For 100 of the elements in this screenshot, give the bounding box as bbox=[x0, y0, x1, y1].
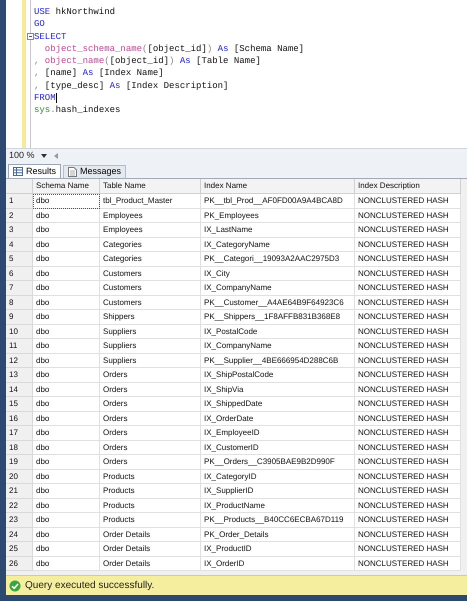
table-cell: PK_Employees bbox=[201, 208, 355, 223]
collapse-icon[interactable] bbox=[27, 32, 34, 40]
table-cell: IX_OrderDate bbox=[201, 412, 355, 426]
table-cell: dbo bbox=[33, 281, 100, 296]
row-number[interactable]: 6 bbox=[6, 266, 33, 281]
row-number[interactable]: 17 bbox=[6, 426, 33, 440]
row-number[interactable]: 1 bbox=[6, 194, 33, 208]
row-number[interactable]: 7 bbox=[6, 281, 33, 296]
column-header[interactable]: Index Name bbox=[201, 179, 355, 194]
row-number[interactable]: 25 bbox=[6, 542, 33, 556]
code-line: , object_name([object_id]) As [Table Name] bbox=[34, 56, 261, 66]
table-cell: IX_LastName bbox=[201, 223, 355, 238]
table-cell: dbo bbox=[33, 484, 100, 498]
row-number[interactable]: 21 bbox=[6, 484, 33, 498]
column-header[interactable]: Table Name bbox=[100, 179, 201, 194]
table-cell: dbo bbox=[33, 382, 100, 397]
column-header[interactable]: Index Description bbox=[355, 179, 461, 194]
results-tab[interactable]: Messages bbox=[63, 165, 126, 178]
table-cell: Categories bbox=[100, 252, 201, 266]
table-cell: IX_CategoryID bbox=[201, 470, 355, 484]
row-number[interactable]: 9 bbox=[6, 310, 33, 324]
table-cell: IX_ProductName bbox=[201, 498, 355, 513]
table-cell: Order Details bbox=[100, 542, 201, 556]
row-number[interactable]: 14 bbox=[6, 382, 33, 397]
table-cell: Suppliers bbox=[100, 354, 201, 368]
table-cell: dbo bbox=[33, 324, 100, 339]
table-cell: Order Details bbox=[100, 528, 201, 542]
row-number[interactable]: 8 bbox=[6, 296, 33, 310]
table-cell: PK__Customer__A4AE64B9F64923C6 bbox=[201, 296, 355, 310]
row-number[interactable]: 22 bbox=[6, 498, 33, 513]
scroll-left-icon[interactable] bbox=[54, 152, 58, 158]
table-cell: NONCLUSTERED HASH bbox=[355, 223, 461, 238]
results-tab[interactable]: Results bbox=[8, 164, 62, 178]
code-line: USE hkNorthwind bbox=[34, 7, 116, 17]
table-cell: NONCLUSTERED HASH bbox=[355, 426, 461, 440]
table-cell: dbo bbox=[33, 556, 100, 571]
table-cell: NONCLUSTERED HASH bbox=[355, 208, 461, 223]
row-number[interactable]: 10 bbox=[6, 324, 33, 339]
row-number[interactable]: 5 bbox=[6, 252, 33, 266]
table-cell: NONCLUSTERED HASH bbox=[355, 324, 461, 339]
table-cell: IX_EmployeeID bbox=[201, 426, 355, 440]
code-line: GO bbox=[34, 19, 45, 30]
table-cell: NONCLUSTERED HASH bbox=[355, 513, 461, 528]
table-cell: Orders bbox=[100, 455, 201, 470]
row-number[interactable]: 26 bbox=[6, 556, 33, 571]
table-cell: Customers bbox=[100, 281, 201, 296]
table-cell: PK__Products__B40CC6ECBA67D119 bbox=[201, 513, 355, 528]
table-cell: Shippers bbox=[100, 310, 201, 324]
table-cell: NONCLUSTERED HASH bbox=[355, 397, 461, 412]
row-number[interactable]: 11 bbox=[6, 339, 33, 354]
table-cell: NONCLUSTERED HASH bbox=[355, 238, 461, 252]
table-cell: Customers bbox=[100, 296, 201, 310]
zoom-dropdown[interactable]: 100 % bbox=[6, 148, 50, 162]
table-cell: Categories bbox=[100, 238, 201, 252]
row-number[interactable]: 20 bbox=[6, 470, 33, 484]
table-cell: IX_OrderID bbox=[201, 556, 355, 571]
row-number[interactable]: 18 bbox=[6, 440, 33, 455]
table-cell: dbo bbox=[33, 354, 100, 368]
table-cell: NONCLUSTERED HASH bbox=[355, 368, 461, 382]
table-cell: dbo bbox=[33, 426, 100, 440]
status-message: Query executed successfully. bbox=[25, 579, 154, 593]
table-cell: NONCLUSTERED HASH bbox=[355, 470, 461, 484]
table-cell: PK__Orders__C3905BAE9B2D990F bbox=[201, 455, 355, 470]
table-cell: Orders bbox=[100, 382, 201, 397]
table-cell: dbo bbox=[33, 513, 100, 528]
row-number[interactable]: 13 bbox=[6, 368, 33, 382]
row-number[interactable]: 2 bbox=[6, 208, 33, 223]
table-cell: Employees bbox=[100, 208, 201, 223]
row-number[interactable]: 16 bbox=[6, 412, 33, 426]
table-cell: NONCLUSTERED HASH bbox=[355, 498, 461, 513]
table-cell: Products bbox=[100, 498, 201, 513]
table-cell: IX_ShipVia bbox=[201, 382, 355, 397]
table-cell: NONCLUSTERED HASH bbox=[355, 556, 461, 571]
code-line: FROM bbox=[34, 93, 56, 104]
row-number[interactable]: 24 bbox=[6, 528, 33, 542]
column-header[interactable]: Schema Name bbox=[33, 179, 100, 194]
table-cell: NONCLUSTERED HASH bbox=[355, 266, 461, 281]
row-number[interactable]: 4 bbox=[6, 238, 33, 252]
success-check-icon bbox=[9, 580, 21, 592]
table-cell: dbo bbox=[33, 266, 100, 281]
row-number[interactable]: 23 bbox=[6, 513, 33, 528]
table-cell: dbo bbox=[33, 208, 100, 223]
row-number[interactable]: 19 bbox=[6, 455, 33, 470]
table-cell: NONCLUSTERED HASH bbox=[355, 528, 461, 542]
table-cell: dbo bbox=[33, 542, 100, 556]
table-cell: NONCLUSTERED HASH bbox=[355, 310, 461, 324]
table-cell: Orders bbox=[100, 368, 201, 382]
table-cell: dbo bbox=[33, 296, 100, 310]
table-cell: Employees bbox=[100, 223, 201, 238]
row-number[interactable]: 3 bbox=[6, 223, 33, 238]
row-number[interactable]: 15 bbox=[6, 397, 33, 412]
table-cell: IX_ProductID bbox=[201, 542, 355, 556]
table-cell: NONCLUSTERED HASH bbox=[355, 252, 461, 266]
table-cell: dbo bbox=[33, 368, 100, 382]
table-cell: dbo bbox=[33, 194, 100, 208]
table-cell: dbo bbox=[33, 397, 100, 412]
table-cell: dbo bbox=[33, 252, 100, 266]
table-cell: dbo bbox=[33, 528, 100, 542]
row-number[interactable]: 12 bbox=[6, 354, 33, 368]
table-cell: Products bbox=[100, 513, 201, 528]
